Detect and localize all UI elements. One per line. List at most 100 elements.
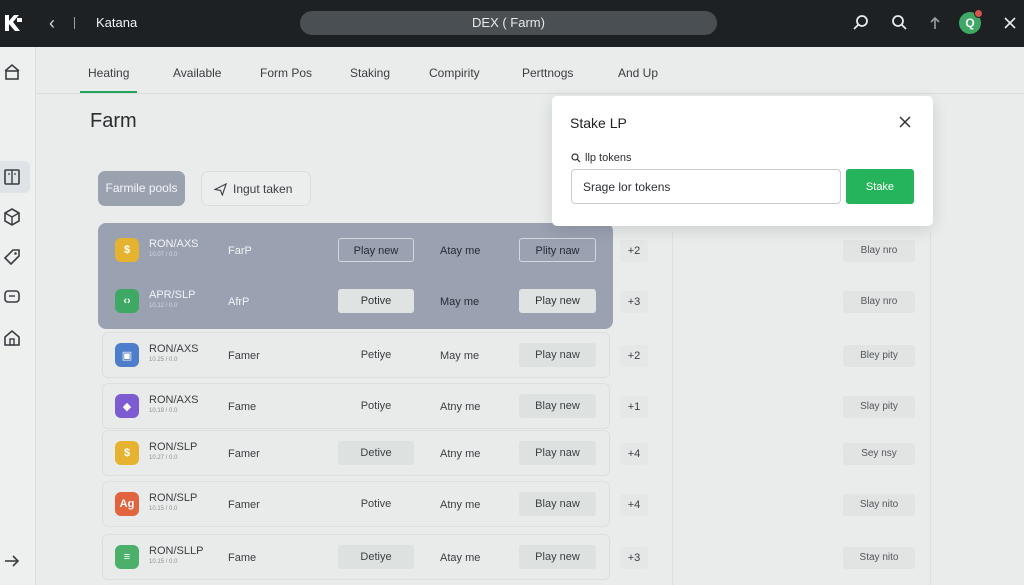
ag-icon: Ag (115, 492, 139, 516)
play-button[interactable]: Play naw (519, 343, 596, 367)
back-chevron-icon[interactable]: ‹ (44, 12, 60, 34)
search-icon[interactable] (889, 12, 911, 34)
sidebar (0, 47, 36, 585)
count-badge: +2 (620, 345, 648, 367)
play-button[interactable]: Play naw (519, 441, 596, 465)
status-pill[interactable]: Potiye (338, 394, 414, 418)
wifi-icon: ≡ (115, 545, 139, 569)
coin-icon: $ (115, 238, 139, 262)
pair-sub: 10.15 / 0.0 (149, 559, 178, 565)
lp-tokens-label-text: llp tokens (585, 152, 632, 164)
close-icon[interactable] (999, 12, 1021, 34)
divider (74, 17, 75, 29)
time-label: Atay me (440, 552, 481, 564)
arrow-right-icon[interactable] (0, 549, 24, 573)
time-label: Atny me (440, 448, 481, 460)
pair-name: RON/SLP (149, 441, 198, 453)
code-icon: ‹› (115, 289, 139, 313)
row-action-button[interactable]: Slay pity (843, 396, 915, 418)
coin-icon: $ (115, 441, 139, 465)
tag-icon[interactable] (0, 245, 24, 269)
stake-button[interactable]: Stake (846, 169, 914, 204)
top-bar: ‹ Katana DEX ( Farm) Q (0, 0, 1024, 47)
count-badge: +4 (620, 443, 648, 465)
stake-lp-modal: Stake LP llp tokens Stake (552, 96, 933, 226)
modal-title: Stake LP (570, 115, 627, 131)
play-button[interactable]: Blay naw (519, 492, 596, 516)
tab-form-pos[interactable]: Form Pos (260, 66, 312, 80)
pair-sub: 10.25 / 0.0 (149, 357, 178, 363)
pair-sub: 10.07 / 0.0 (149, 252, 178, 258)
house-icon[interactable] (0, 326, 24, 350)
status-pill[interactable]: Potive (338, 492, 414, 516)
time-label: Atny me (440, 401, 481, 413)
katana-logo-icon[interactable] (2, 12, 24, 34)
close-icon[interactable] (897, 114, 913, 130)
pair-name: RON/AXS (149, 394, 199, 406)
pair-name: RON/SLP (149, 492, 198, 504)
page-title: Farm (90, 110, 137, 132)
time-label: May me (440, 350, 480, 362)
tab-available[interactable]: Available (173, 66, 221, 80)
pair-name: RON/SLLP (149, 545, 204, 557)
pair-sub: 10.15 / 0.0 (149, 506, 178, 512)
farm-type: Famer (228, 350, 260, 362)
play-button[interactable]: Blay new (519, 394, 596, 418)
search-alt-icon[interactable] (850, 12, 872, 34)
farm-type: Fame (228, 552, 257, 564)
row-action-button[interactable]: Blay nro (843, 240, 915, 262)
pair-name: APR/SLP (149, 289, 196, 301)
cube-icon: ▣ (115, 343, 139, 367)
play-button[interactable]: Play new (519, 545, 596, 569)
status-pill[interactable]: Potive (338, 289, 414, 313)
status-pill[interactable]: Petiye (338, 343, 414, 367)
app-name: Katana (96, 15, 138, 30)
farm-type: Fame (228, 401, 257, 413)
tab-perttnogs[interactable]: Perttnogs (522, 66, 573, 80)
play-button[interactable]: Plity naw (519, 238, 596, 262)
notification-badge (974, 9, 983, 18)
time-label: Atay me (440, 245, 481, 257)
count-badge: +2 (620, 240, 648, 262)
tab-compirity[interactable]: Compirity (429, 66, 480, 80)
time-label: May me (440, 296, 480, 308)
pair-sub: 10.27 / 0.0 (149, 455, 178, 461)
row-action-button[interactable]: Sey nsy (843, 443, 915, 465)
token-amount-input[interactable] (571, 169, 841, 204)
status-pill[interactable]: Play new (338, 238, 414, 262)
time-label: Atny me (440, 499, 481, 511)
chat-icon[interactable] (0, 285, 24, 309)
tab-heating[interactable]: Heating (88, 66, 129, 80)
input-token-label: Ingut taken (233, 182, 293, 196)
status-pill[interactable]: Detive (338, 441, 414, 465)
pair-sub: 10.12 / 0.0 (149, 303, 178, 309)
address-bar[interactable]: DEX ( Farm) (300, 11, 717, 35)
arrow-up-icon[interactable] (924, 12, 946, 34)
farm-type: Famer (228, 499, 260, 511)
play-button[interactable]: Play new (519, 289, 596, 313)
input-token-button[interactable]: Ingut taken (201, 171, 311, 206)
farmile-pools-button[interactable]: Farmile pools (98, 171, 185, 206)
pair-sub: 10.19 / 0.0 (149, 408, 178, 414)
pair-name: RON/AXS (149, 343, 199, 355)
active-tab-underline (80, 91, 137, 93)
row-action-button[interactable]: Stay nito (843, 547, 915, 569)
send-icon (214, 183, 227, 196)
status-pill[interactable]: Detiye (338, 545, 414, 569)
divider (930, 232, 931, 585)
count-badge: +3 (620, 547, 648, 569)
farm-type: FarP (228, 245, 252, 257)
book-icon[interactable] (0, 165, 24, 189)
tab-and-up[interactable]: And Up (618, 66, 658, 80)
divider (672, 232, 673, 585)
count-badge: +1 (620, 396, 648, 418)
row-action-button[interactable]: Bley pity (843, 345, 915, 367)
shield-icon: ◆ (115, 394, 139, 418)
row-action-button[interactable]: Slay nito (843, 494, 915, 516)
tab-staking[interactable]: Staking (350, 66, 390, 80)
farm-type: AfrP (228, 296, 250, 308)
row-action-button[interactable]: Blay nro (843, 291, 915, 313)
farm-type: Famer (228, 448, 260, 460)
cube-icon[interactable] (0, 205, 24, 229)
home-icon[interactable] (0, 60, 24, 84)
